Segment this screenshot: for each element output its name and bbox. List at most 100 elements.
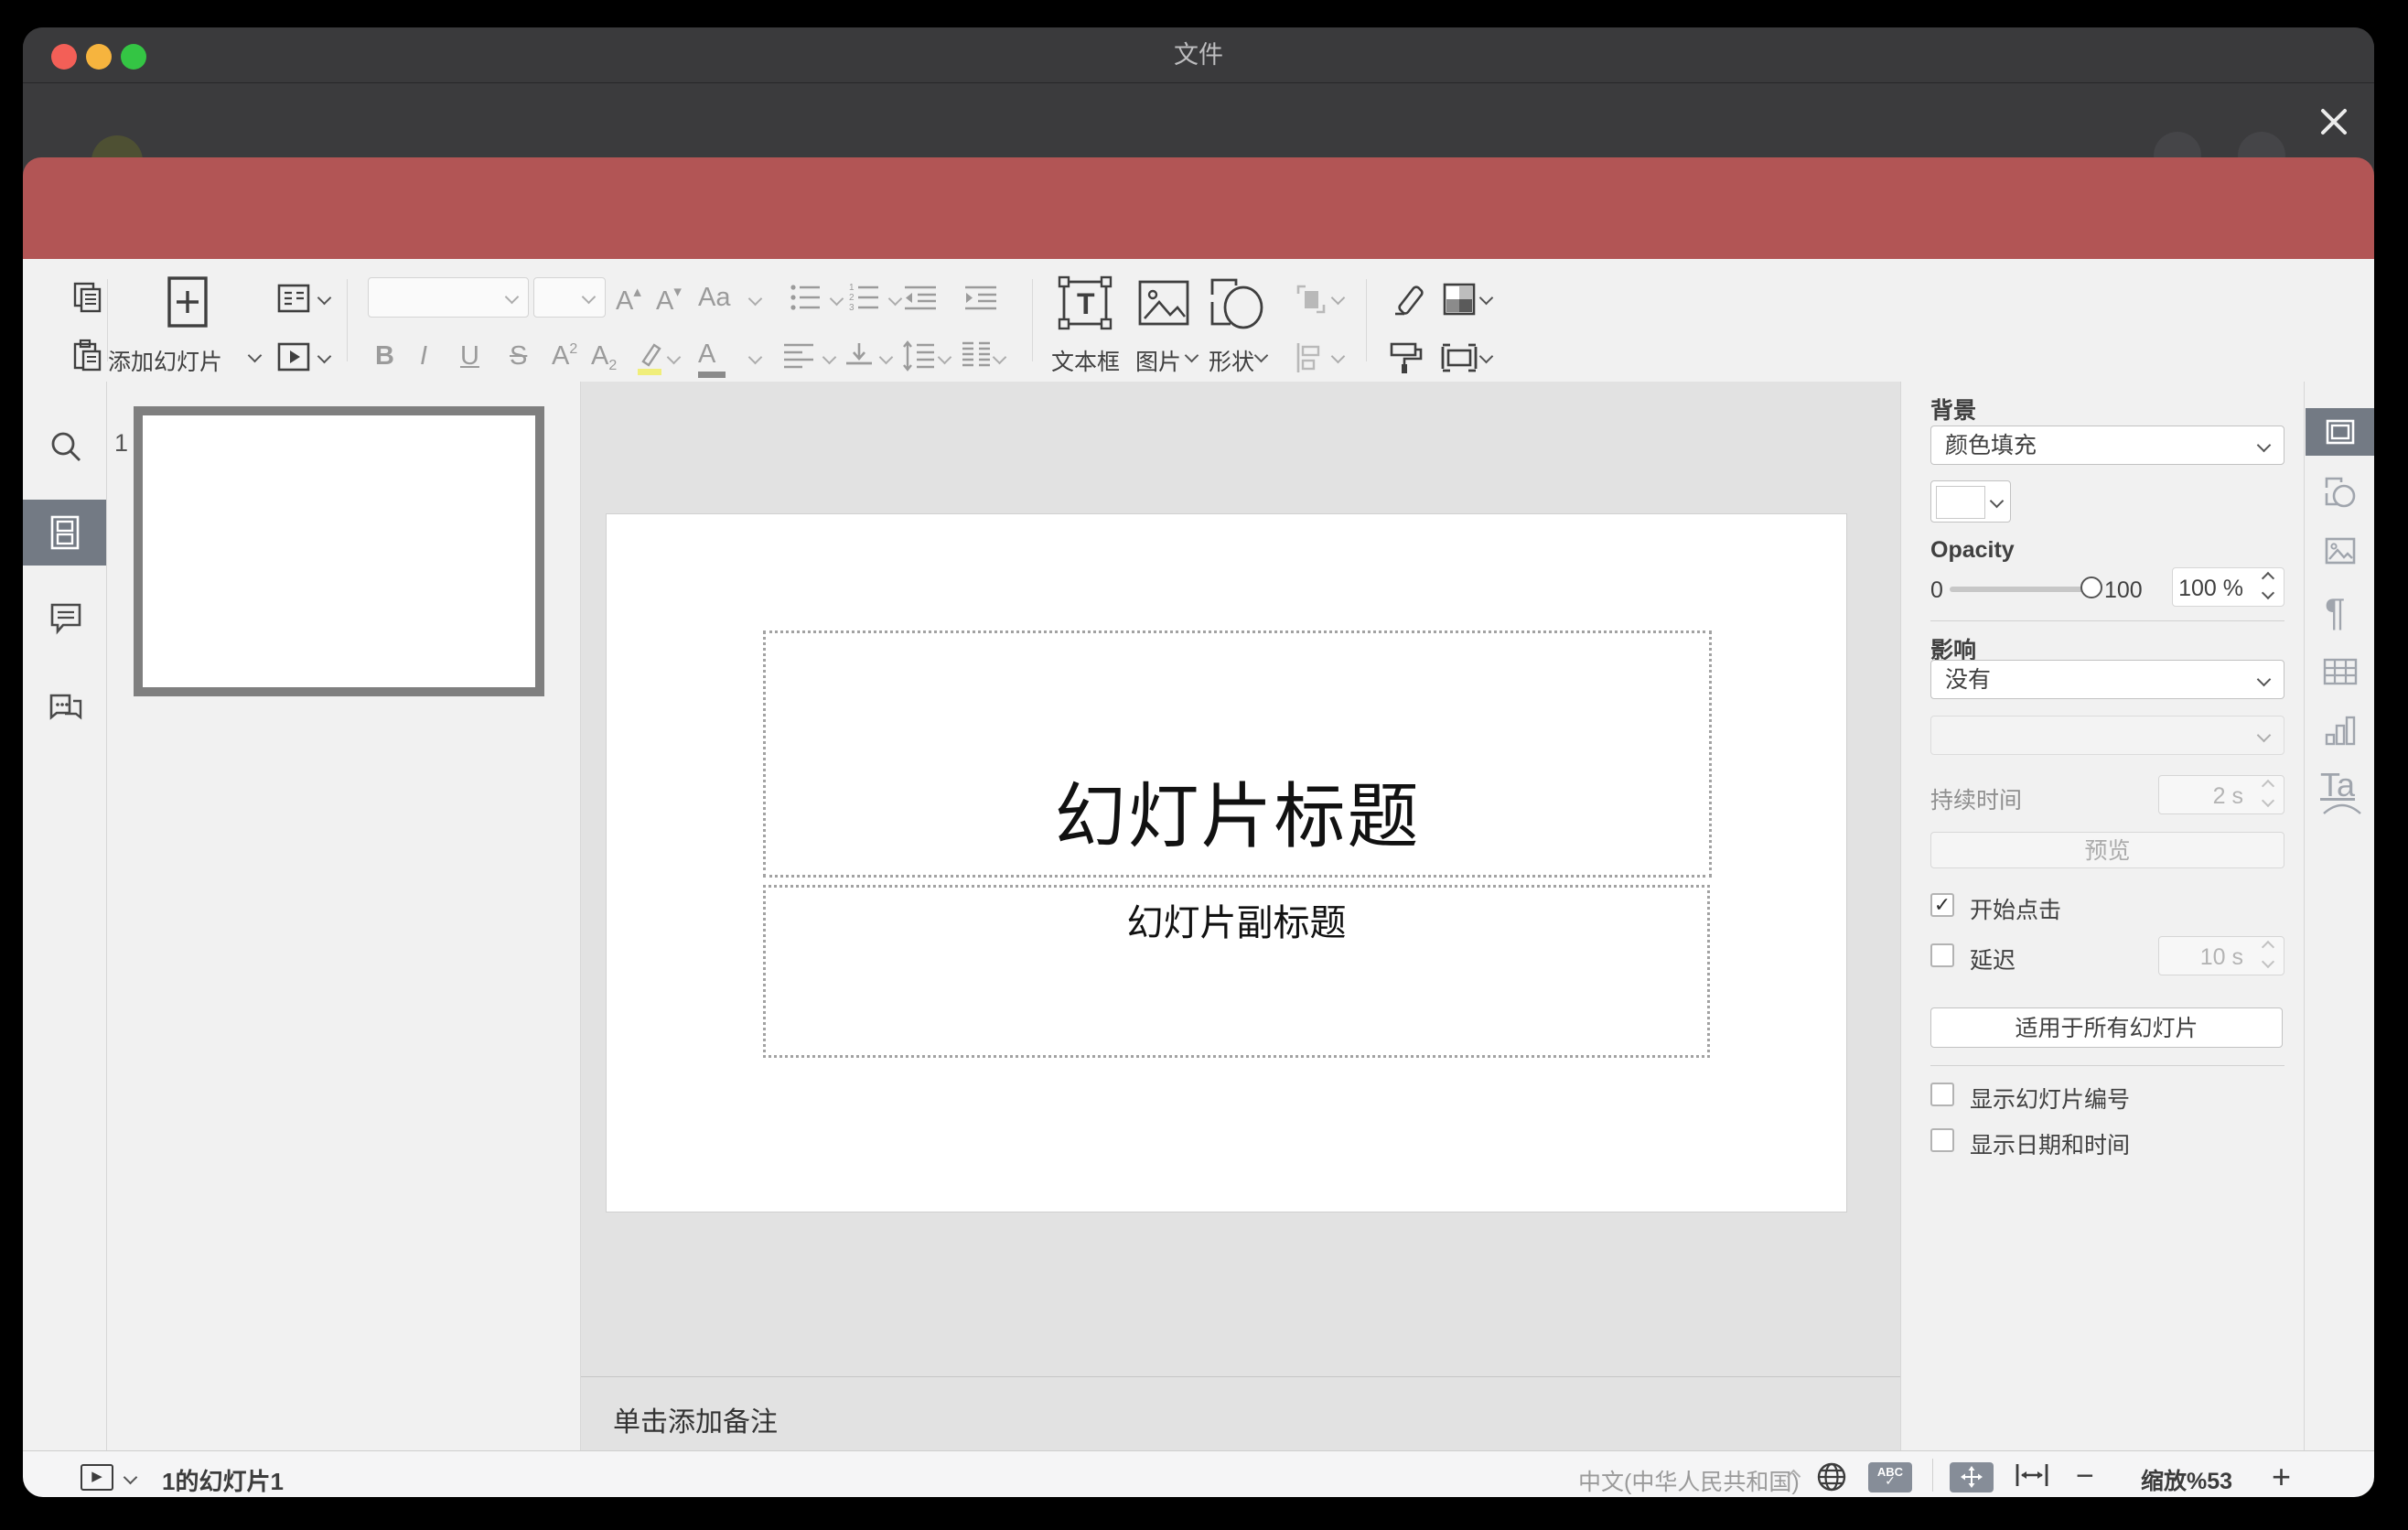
- line-spacing-chevron-icon[interactable]: [937, 350, 952, 365]
- h-align-chevron-icon[interactable]: [822, 350, 837, 365]
- delay-checkbox[interactable]: [1930, 943, 1954, 967]
- fill-color-swatch[interactable]: [1930, 480, 2011, 523]
- subscript-icon[interactable]: A2: [591, 341, 617, 374]
- slideshow-status-chevron-icon[interactable]: [123, 1470, 138, 1485]
- duration-input[interactable]: 2 s: [2158, 775, 2284, 814]
- reset-slide-icon[interactable]: [1388, 281, 1426, 318]
- shape-chevron-icon[interactable]: [1253, 348, 1269, 363]
- copy-icon[interactable]: [70, 279, 105, 314]
- shape-button[interactable]: 形状: [1209, 344, 1254, 377]
- align-chevron-icon[interactable]: [1330, 349, 1346, 364]
- arrange-shape-icon[interactable]: [1293, 281, 1329, 318]
- slideshow-chevron-icon[interactable]: [317, 349, 332, 364]
- effect-dropdown[interactable]: 没有: [1930, 660, 2284, 699]
- close-icon[interactable]: [2317, 104, 2351, 139]
- start-on-click-checkbox[interactable]: ✓: [1930, 893, 1954, 917]
- shape-icon[interactable]: [1209, 275, 1267, 331]
- opacity-slider-thumb[interactable]: [2080, 576, 2102, 598]
- chart-settings-icon[interactable]: [2323, 713, 2358, 749]
- vertical-align-icon[interactable]: [843, 341, 876, 371]
- zoom-in-button[interactable]: +: [2272, 1458, 2291, 1496]
- fit-to-width-icon[interactable]: [2014, 1462, 2050, 1488]
- start-slideshow-status-icon[interactable]: ▶: [81, 1464, 113, 1491]
- increase-font-icon[interactable]: A▴: [616, 283, 641, 317]
- image-chevron-icon[interactable]: [1184, 348, 1199, 363]
- layout-chevron-icon[interactable]: [317, 290, 332, 306]
- opacity-input[interactable]: 100 %: [2172, 567, 2284, 607]
- add-slide-chevron-icon[interactable]: [247, 348, 263, 363]
- shape-settings-icon[interactable]: [2323, 475, 2358, 510]
- text-box-button[interactable]: 文本框: [1051, 344, 1120, 377]
- add-slide-icon[interactable]: [166, 275, 210, 329]
- highlight-chevron-icon[interactable]: [666, 350, 682, 365]
- slides-panel-tab-active[interactable]: [23, 500, 106, 566]
- case-chevron-icon[interactable]: [747, 291, 763, 307]
- search-icon[interactable]: [48, 428, 84, 465]
- font-color-chevron-icon[interactable]: [747, 350, 763, 365]
- language-selector[interactable]: 中文(中华人民共和国): [1578, 1464, 1800, 1497]
- v-align-chevron-icon[interactable]: [878, 350, 894, 365]
- text-box-icon[interactable]: T: [1055, 273, 1115, 333]
- spellcheck-icon[interactable]: ABC ✓: [1868, 1462, 1912, 1492]
- image-settings-icon[interactable]: [2323, 533, 2358, 568]
- slide-size-chevron-icon[interactable]: [1478, 349, 1494, 364]
- add-slide-button[interactable]: 添加幻灯片: [108, 344, 222, 377]
- slide-layout-icon[interactable]: [275, 280, 312, 317]
- spellcheck-language-icon[interactable]: [1814, 1460, 1849, 1494]
- zoom-out-button[interactable]: −: [2076, 1459, 2094, 1494]
- show-slide-number-checkbox[interactable]: [1930, 1083, 1954, 1106]
- text-art-settings-icon[interactable]: Ta: [2320, 766, 2361, 814]
- notes-placeholder[interactable]: 单击添加备注: [613, 1399, 778, 1439]
- strikeout-icon[interactable]: S: [510, 341, 527, 372]
- slide-settings-tab-active[interactable]: [2306, 408, 2374, 456]
- font-color-icon[interactable]: A: [698, 339, 726, 378]
- slide-size-icon[interactable]: [1439, 339, 1479, 376]
- arrange-chevron-icon[interactable]: [1330, 290, 1346, 306]
- preview-button[interactable]: 预览: [1930, 832, 2284, 868]
- paste-icon[interactable]: [70, 338, 105, 372]
- horizontal-align-icon[interactable]: [782, 341, 815, 371]
- slide[interactable]: 幻灯片标题 幻灯片副标题: [607, 514, 1846, 1212]
- increase-indent-icon[interactable]: [963, 283, 998, 312]
- effect-type-dropdown[interactable]: [1930, 716, 2284, 755]
- image-button[interactable]: 图片: [1135, 344, 1181, 377]
- color-scheme-icon[interactable]: [1439, 279, 1479, 319]
- font-size-combo[interactable]: [533, 277, 606, 318]
- copy-style-icon[interactable]: [1386, 339, 1424, 377]
- highlight-color-icon[interactable]: [632, 338, 665, 378]
- font-name-combo[interactable]: [368, 277, 529, 318]
- title-placeholder[interactable]: 幻灯片标题: [763, 630, 1712, 878]
- bullet-list-icon[interactable]: [790, 283, 822, 312]
- numbered-list-icon[interactable]: 123: [848, 283, 881, 312]
- decrease-indent-icon[interactable]: [903, 283, 938, 312]
- image-icon[interactable]: [1135, 275, 1192, 331]
- columns-chevron-icon[interactable]: [992, 350, 1007, 365]
- start-slideshow-icon[interactable]: [275, 339, 312, 375]
- slide-canvas[interactable]: 幻灯片标题 幻灯片副标题: [581, 382, 1900, 1376]
- line-spacing-icon[interactable]: [901, 339, 936, 372]
- paragraph-settings-icon[interactable]: ¶: [2325, 590, 2346, 634]
- italic-icon[interactable]: I: [420, 341, 427, 372]
- underline-icon[interactable]: U: [460, 341, 479, 372]
- fit-to-slide-icon[interactable]: [1950, 1462, 1994, 1492]
- superscript-icon[interactable]: A2: [552, 341, 577, 372]
- scheme-chevron-icon[interactable]: [1478, 290, 1494, 306]
- delay-input[interactable]: 10 s: [2158, 936, 2284, 975]
- table-settings-icon[interactable]: [2322, 656, 2359, 687]
- bold-icon[interactable]: B: [375, 341, 394, 372]
- numbered-chevron-icon[interactable]: [887, 291, 903, 307]
- slide-thumbnail[interactable]: [134, 406, 544, 696]
- align-shape-icon[interactable]: [1293, 339, 1329, 376]
- background-fill-dropdown[interactable]: 颜色填充: [1930, 426, 2284, 465]
- apply-to-all-button[interactable]: 适用于所有幻灯片: [1930, 1007, 2283, 1048]
- bullet-chevron-icon[interactable]: [829, 291, 844, 307]
- comments-icon[interactable]: [48, 599, 84, 636]
- subtitle-placeholder[interactable]: 幻灯片副标题: [763, 885, 1710, 1058]
- show-date-checkbox[interactable]: [1930, 1128, 1954, 1152]
- chat-icon[interactable]: [48, 688, 84, 725]
- columns-icon[interactable]: [960, 339, 993, 372]
- decrease-font-icon[interactable]: A▾: [656, 283, 682, 317]
- notes-area[interactable]: 单击添加备注: [581, 1376, 1900, 1451]
- opacity-slider-track[interactable]: [1950, 587, 2090, 592]
- change-case-icon[interactable]: Aa: [698, 283, 730, 313]
